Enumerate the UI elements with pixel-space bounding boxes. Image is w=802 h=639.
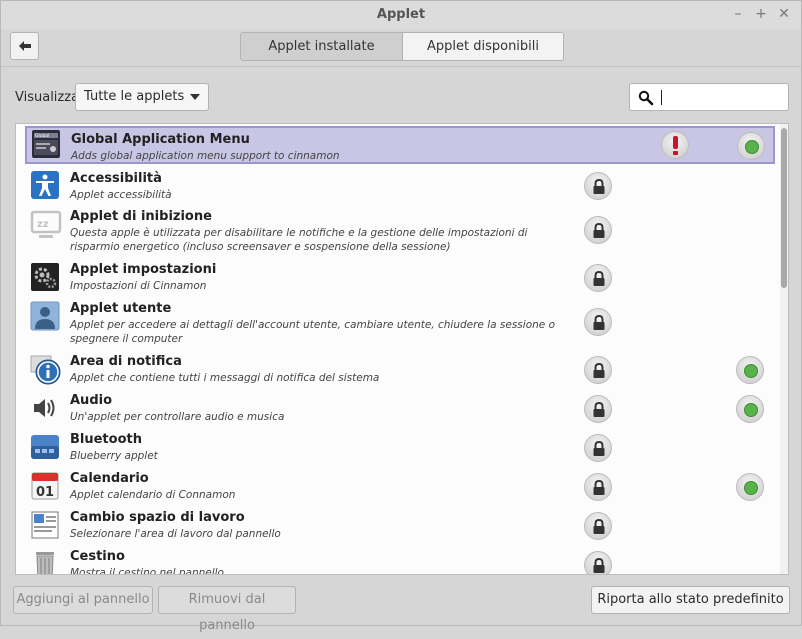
applet-description: Questa apple è utilizzata per disabilita… [70, 227, 528, 253]
calendar-icon: 01 [30, 471, 62, 503]
applet-name: Applet di inibizione [70, 209, 212, 224]
lock-icon [593, 315, 605, 330]
list-item[interactable]: Global Global Application Menu Adds global… [25, 126, 775, 164]
text-cursor [661, 90, 662, 105]
applet-description: Impostazioni di Cinnamon [70, 280, 207, 292]
applet-name: Applet utente [70, 301, 172, 316]
svg-text:Global: Global [35, 133, 49, 139]
applet-description: Blueberry applet [70, 450, 158, 462]
view-switcher: Applet installate Applet disponibili (on… [240, 32, 564, 61]
applet-list[interactable]: Global Global Application Menu Adds global… [15, 123, 789, 575]
locked-badge [584, 512, 612, 540]
maximize-icon[interactable]: + [752, 5, 770, 23]
back-arrow-icon [18, 41, 31, 51]
settings-icon [30, 262, 62, 294]
lock-icon [593, 441, 605, 456]
applet-name: Calendario [70, 471, 149, 486]
list-item[interactable]: Accessibilità Applet accessibilità [16, 168, 778, 204]
dropdown-arrow-icon [190, 94, 200, 100]
applet-description: Selezionare l'area di lavoro dal pannell… [70, 528, 281, 540]
locked-badge [584, 473, 612, 501]
applet-description: Adds global application menu support to … [71, 150, 340, 162]
trash-icon [30, 549, 62, 574]
lock-icon [593, 402, 605, 417]
search-input[interactable] [629, 83, 789, 111]
active-status-icon [736, 395, 764, 423]
list-item[interactable]: zz Applet di inibizione Questa apple è uti… [16, 207, 778, 257]
applet-name: Audio [70, 393, 113, 408]
applet-name: Cambio spazio di lavoro [70, 510, 245, 525]
applet-name: Bluetooth [70, 432, 142, 447]
lock-icon [593, 271, 605, 286]
applet-name: Cestino [70, 549, 125, 564]
locked-badge [584, 551, 612, 574]
locked-badge [584, 434, 612, 462]
back-button[interactable] [10, 32, 39, 60]
list-item[interactable]: Applet utente Applet per accedere ai dett… [16, 299, 778, 349]
filter-selected-value: Tutte le applets [84, 89, 185, 104]
window-title: Applet [376, 7, 426, 22]
locked-badge [584, 308, 612, 336]
lock-icon [593, 179, 605, 194]
list-item[interactable]: Audio Un'applet per controllare audio e m… [16, 391, 778, 427]
locked-badge [584, 216, 612, 244]
scrollbar-thumb[interactable] [781, 128, 787, 288]
filter-label: Visualizza [15, 90, 80, 105]
list-item[interactable]: 01 Calendario Applet calendario di Connamo… [16, 469, 778, 505]
active-status-icon [737, 132, 765, 160]
applet-description: Applet che contiene tutti i messaggi di … [70, 372, 380, 384]
list-item[interactable]: Cambio spazio di lavoro Selezionare l'are… [16, 508, 778, 544]
locked-badge [584, 172, 612, 200]
active-status-icon [736, 356, 764, 384]
calendar-day: 01 [36, 485, 54, 500]
applet-description: Applet per accedere ai dettagli dell'acc… [70, 319, 555, 345]
lock-icon [593, 363, 605, 378]
remove-from-panel-button[interactable]: Rimuovi dal pannello [158, 586, 296, 633]
title-bar: Applet – + ✕ [1, 1, 801, 29]
applet-name: Global Application Menu [71, 132, 250, 147]
info-icon [30, 354, 62, 386]
workspace-icon [30, 510, 62, 542]
speaker-icon [30, 393, 62, 425]
tab-installed[interactable]: Applet installate [241, 33, 402, 60]
lock-icon [593, 480, 605, 495]
minimize-icon[interactable]: – [729, 5, 747, 23]
warning-icon[interactable] [661, 131, 689, 159]
list-item[interactable]: Area di notifica Applet che contiene tutt… [16, 352, 778, 388]
lock-icon [593, 519, 605, 534]
bluetooth-icon [30, 432, 62, 464]
header-separator [1, 66, 801, 67]
search-icon [638, 90, 654, 106]
applet-name: Accessibilità [70, 171, 162, 186]
tab-online[interactable]: Applet disponibili (online) [402, 33, 563, 60]
applet-name: Applet impostazioni [70, 262, 217, 277]
locked-badge [584, 356, 612, 384]
applet-description: Mostra il cestino nel pannello [70, 567, 224, 575]
applet-window: Applet – + ✕ Applet installate Applet di… [0, 0, 802, 633]
lock-icon [593, 223, 605, 238]
list-scrollbar[interactable] [780, 124, 788, 574]
applet-description: Un'applet per controllare audio e musica [70, 411, 285, 423]
filter-dropdown[interactable]: Tutte le applets [75, 83, 209, 111]
add-to-panel-button[interactable]: Aggiungi al pannello [13, 586, 153, 614]
accessibility-icon [30, 170, 62, 202]
reset-default-button[interactable]: Riporta allo stato predefinito [591, 586, 790, 614]
global-menu-icon: Global [31, 129, 63, 161]
user-icon [30, 301, 62, 333]
list-item[interactable]: Cestino Mostra il cestino nel pannello [16, 547, 778, 575]
locked-badge [584, 395, 612, 423]
close-icon[interactable]: ✕ [775, 5, 793, 23]
list-item[interactable]: Bluetooth Blueberry applet [16, 430, 778, 466]
locked-badge [584, 264, 612, 292]
list-item[interactable]: Applet impostazioni Impostazioni di Cinna… [16, 260, 778, 296]
applet-name: Area di notifica [70, 354, 182, 369]
applet-description: Applet accessibilità [70, 189, 172, 201]
applet-description: Applet calendario di Connamon [70, 489, 236, 501]
active-status-icon [736, 473, 764, 501]
inhibit-icon: zz [30, 209, 62, 241]
lock-icon [593, 558, 605, 573]
svg-text:zz: zz [37, 219, 49, 230]
